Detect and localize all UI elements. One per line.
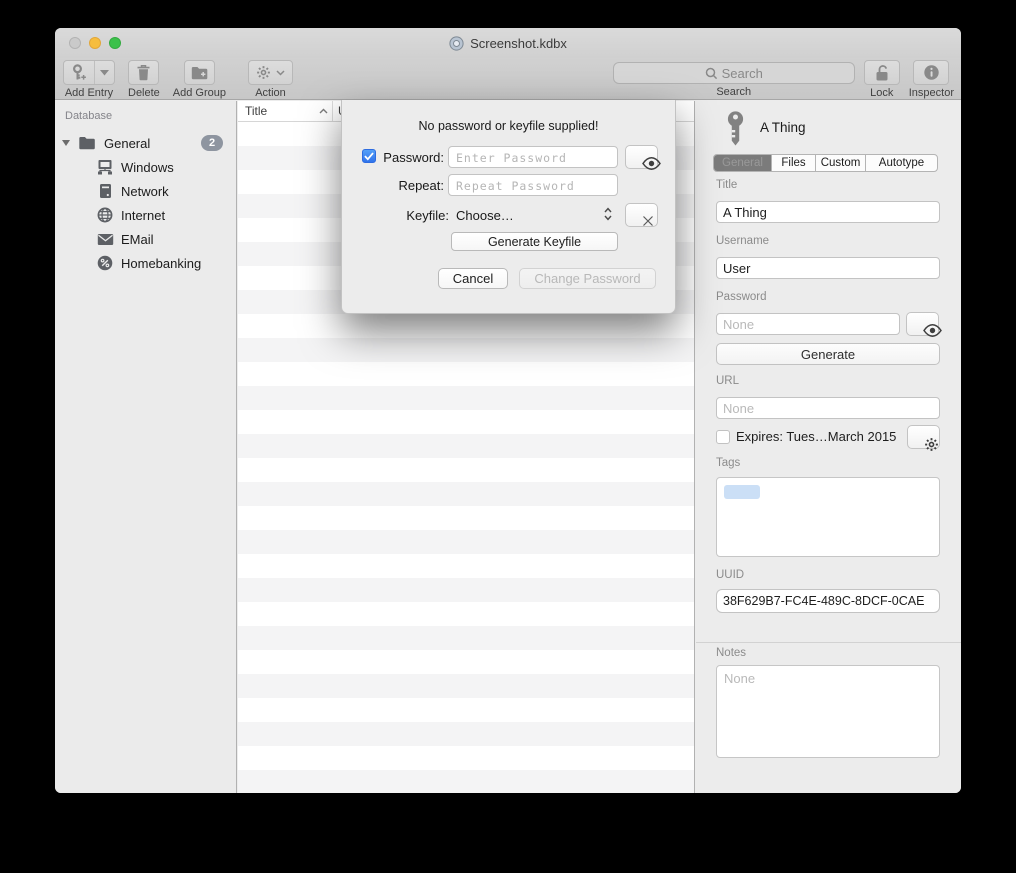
keyfile-label: Keyfile: — [342, 208, 449, 223]
sidebar-item-label: EMail — [121, 232, 154, 247]
tab-custom[interactable]: Custom — [816, 155, 866, 171]
notes-field[interactable] — [716, 665, 940, 758]
sidebar-item-internet[interactable]: Internet — [55, 203, 236, 227]
disclosure-triangle-icon[interactable] — [62, 140, 70, 146]
sidebar-item-label: Internet — [121, 208, 165, 223]
lock-label: Lock — [870, 87, 893, 99]
title-label: Title — [716, 179, 737, 191]
gear-icon — [256, 65, 271, 80]
add-entry-dropdown-arrow[interactable] — [95, 61, 114, 84]
delete-label: Delete — [128, 87, 160, 99]
change-password-dialog: No password or keyfile supplied! Passwor… — [341, 100, 676, 314]
clear-keyfile-button[interactable] — [625, 203, 658, 227]
sidebar-item-email[interactable]: EMail — [55, 227, 236, 251]
notes-label: Notes — [716, 647, 746, 659]
sidebar-item-label: Windows — [121, 160, 174, 175]
delete-button[interactable] — [128, 60, 159, 85]
action-button[interactable] — [248, 60, 293, 85]
password-input[interactable] — [448, 146, 618, 168]
reveal-password-button[interactable] — [906, 312, 939, 336]
password-field[interactable] — [716, 313, 900, 335]
tags-field[interactable] — [716, 477, 940, 557]
sidebar-item-label: General — [104, 136, 150, 151]
repeat-label: Repeat: — [342, 178, 444, 193]
inspector-label: Inspector — [909, 87, 954, 99]
password-label: Password — [716, 291, 767, 303]
repeat-input[interactable] — [448, 174, 618, 196]
envelope-icon — [96, 233, 114, 246]
add-entry-button[interactable] — [63, 60, 115, 85]
expires-settings-button[interactable] — [907, 425, 940, 449]
add-group-label: Add Group — [173, 87, 226, 99]
password-label: Password: — [342, 150, 444, 165]
generate-password-button[interactable]: Generate — [716, 343, 940, 365]
document-icon — [449, 36, 464, 51]
search-icon — [705, 67, 718, 80]
add-group-button[interactable] — [184, 60, 215, 85]
url-label: URL — [716, 375, 739, 387]
sidebar-header: Database — [65, 110, 236, 122]
expires-checkbox[interactable] — [716, 430, 730, 444]
key-plus-icon — [64, 61, 95, 84]
tab-files[interactable]: Files — [772, 155, 816, 171]
title-bar: Screenshot.kdbx — [55, 28, 961, 58]
uuid-label: UUID — [716, 569, 744, 581]
sidebar-item-homebanking[interactable]: Homebanking — [55, 251, 236, 275]
tab-general[interactable]: General — [714, 155, 772, 171]
expires-label: Expires: Tues…March 2015 — [736, 429, 896, 444]
search-label: Search — [716, 86, 751, 98]
lock-button[interactable] — [864, 60, 900, 85]
unlocked-padlock-icon — [874, 64, 890, 82]
cancel-button[interactable]: Cancel — [438, 268, 508, 289]
tab-autotype[interactable]: Autotype — [866, 155, 937, 171]
generate-keyfile-button[interactable]: Generate Keyfile — [451, 232, 618, 251]
sidebar-item-general[interactable]: General 2 — [55, 131, 236, 155]
sidebar-item-label: Network — [121, 184, 169, 199]
inspector-tabs: General Files Custom Autotype — [713, 154, 938, 172]
chevron-down-icon — [276, 70, 285, 76]
inspector-button[interactable] — [913, 60, 949, 85]
tags-label: Tags — [716, 457, 740, 469]
keyfile-popup[interactable]: Choose… — [456, 208, 514, 223]
folder-plus-icon — [191, 66, 208, 80]
column-header-title[interactable]: Title — [238, 101, 333, 121]
username-field[interactable] — [716, 257, 940, 279]
search-input[interactable]: Search — [613, 62, 855, 84]
sidebar-item-network[interactable]: Network — [55, 179, 236, 203]
app-window: Screenshot.kdbx Add Entry — [55, 28, 961, 793]
info-icon — [923, 64, 940, 81]
sidebar: Database General 2 Windows Network — [55, 101, 237, 793]
entry-title: A Thing — [760, 120, 806, 135]
server-icon — [96, 183, 114, 199]
title-field[interactable] — [716, 201, 940, 223]
network-computer-icon — [96, 159, 114, 175]
trash-icon — [136, 64, 151, 81]
window-title: Screenshot.kdbx — [470, 36, 567, 51]
add-entry-label: Add Entry — [65, 87, 113, 99]
url-field[interactable] — [716, 397, 940, 419]
folder-icon — [78, 136, 96, 150]
inspector-panel: A Thing General Files Custom Autotype Ti… — [696, 101, 961, 793]
tag-pill[interactable] — [724, 485, 760, 499]
uuid-field[interactable] — [716, 589, 940, 613]
sidebar-item-windows[interactable]: Windows — [55, 155, 236, 179]
change-password-button[interactable]: Change Password — [519, 268, 656, 289]
search-placeholder: Search — [722, 66, 763, 81]
sidebar-item-label: Homebanking — [121, 256, 201, 271]
sort-ascending-icon — [319, 108, 328, 114]
dialog-message: No password or keyfile supplied! — [342, 119, 675, 133]
action-label: Action — [255, 87, 286, 99]
globe-icon — [96, 207, 114, 223]
toolbar: Add Entry Delete Add Group — [55, 58, 961, 100]
percent-icon — [96, 255, 114, 271]
entry-count-badge: 2 — [201, 135, 223, 151]
username-label: Username — [716, 235, 769, 247]
reveal-password-button[interactable] — [625, 145, 658, 169]
divider — [696, 642, 961, 643]
